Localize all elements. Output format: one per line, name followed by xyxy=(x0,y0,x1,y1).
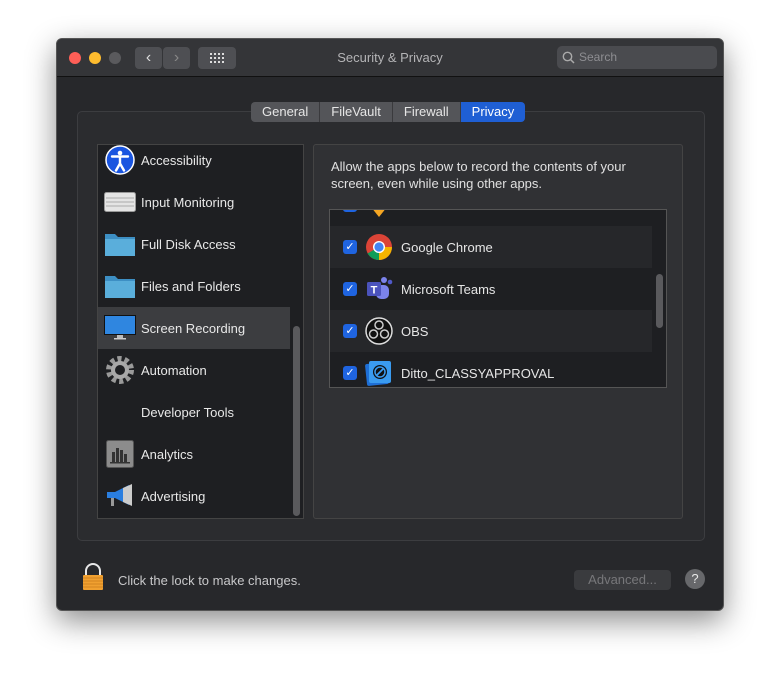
sidebar-item-automation[interactable]: Automation xyxy=(98,349,290,391)
sidebar-item-label: Files and Folders xyxy=(141,278,241,294)
sidebar-item-files-and-folders[interactable]: Files and Folders xyxy=(98,265,290,307)
list-item[interactable]: ✓ xyxy=(330,210,652,226)
accessibility-icon xyxy=(102,145,138,176)
sidebar-item-label: Full Disk Access xyxy=(141,236,236,252)
tab-bar: General FileVault Firewall Privacy xyxy=(251,102,526,122)
help-button[interactable]: ? xyxy=(685,569,705,589)
chrome-icon xyxy=(364,232,394,262)
sidebar-scrollbar[interactable] xyxy=(293,326,300,516)
checkbox[interactable]: ✓ xyxy=(343,282,357,296)
sidebar-item-analytics[interactable]: Analytics xyxy=(98,433,290,475)
list-item[interactable]: ✓ Google Chrome xyxy=(330,226,652,268)
description-text: Allow the apps below to record the conte… xyxy=(331,159,626,191)
sidebar-item-screen-recording[interactable]: Screen Recording xyxy=(98,307,290,349)
security-privacy-window: ‹ › Security & Privacy Search General Fi… xyxy=(56,38,724,611)
screen-recording-pane: Allow the apps below to record the conte… xyxy=(313,144,683,519)
search-icon xyxy=(562,51,575,64)
list-item[interactable]: ✓ OBS xyxy=(330,310,652,352)
sidebar-item-accessibility[interactable]: Accessibility xyxy=(98,145,290,181)
app-list: ✓ ✓ Google Chrome ✓ T Microsoft Teams ✓ … xyxy=(329,209,667,388)
app-name: Microsoft Teams xyxy=(401,281,496,297)
tab-firewall[interactable]: Firewall xyxy=(392,102,461,122)
svg-text:T: T xyxy=(371,285,378,297)
folder-icon xyxy=(102,228,138,260)
search-input[interactable]: Search xyxy=(557,46,717,69)
sidebar-item-label: Accessibility xyxy=(141,152,212,168)
lock-status-text: Click the lock to make changes. xyxy=(118,573,301,588)
sidebar-item-label: Advertising xyxy=(141,488,206,504)
search-placeholder: Search xyxy=(579,50,618,64)
list-item[interactable]: ✓ T Microsoft Teams xyxy=(330,268,652,310)
display-icon xyxy=(102,312,138,344)
sidebar-item-label: Analytics xyxy=(141,446,194,462)
lock-icon xyxy=(83,563,103,590)
sidebar-item-label: Automation xyxy=(141,362,207,378)
checkbox[interactable]: ✓ xyxy=(343,240,357,254)
sidebar-item-label: Developer Tools xyxy=(141,404,234,420)
keyboard-icon xyxy=(102,186,138,218)
checkbox[interactable]: ✓ xyxy=(343,324,357,338)
obs-icon xyxy=(364,316,394,346)
blank-icon xyxy=(102,396,138,428)
privacy-category-list: Accessibility Input Monitoring Full Disk… xyxy=(97,144,304,519)
app-name: Ditto_CLASSYAPPROVAL xyxy=(401,365,555,381)
app-name: Google Chrome xyxy=(401,239,493,255)
tab-general[interactable]: General xyxy=(251,102,321,122)
app-list-scrollbar[interactable] xyxy=(656,274,663,328)
checkbox[interactable]: ✓ xyxy=(343,366,357,380)
lock-button[interactable] xyxy=(82,563,104,591)
ditto-icon xyxy=(364,358,394,387)
sidebar-item-label: Input Monitoring xyxy=(141,194,235,210)
teams-icon: T xyxy=(364,274,394,304)
app-name: OBS xyxy=(401,323,429,339)
folder-icon xyxy=(102,270,138,302)
megaphone-icon xyxy=(102,480,138,512)
sidebar-item-input-monitoring[interactable]: Input Monitoring xyxy=(98,181,290,223)
checkbox[interactable]: ✓ xyxy=(343,210,357,212)
app-icon xyxy=(364,210,394,220)
tab-privacy[interactable]: Privacy xyxy=(460,102,526,122)
sidebar-item-label: Screen Recording xyxy=(141,320,246,336)
title-bar: ‹ › Security & Privacy Search xyxy=(57,39,723,77)
sidebar-item-full-disk-access[interactable]: Full Disk Access xyxy=(98,223,290,265)
analytics-icon xyxy=(102,438,138,470)
list-item[interactable]: ✓ Ditto_CLASSYAPPROVAL xyxy=(330,352,652,387)
tab-filevault[interactable]: FileVault xyxy=(320,102,393,122)
sidebar-item-developer-tools[interactable]: Developer Tools xyxy=(98,391,290,433)
gear-icon xyxy=(102,354,138,386)
advanced-button[interactable]: Advanced... xyxy=(574,570,671,590)
sidebar-item-advertising[interactable]: Advertising xyxy=(98,475,290,517)
